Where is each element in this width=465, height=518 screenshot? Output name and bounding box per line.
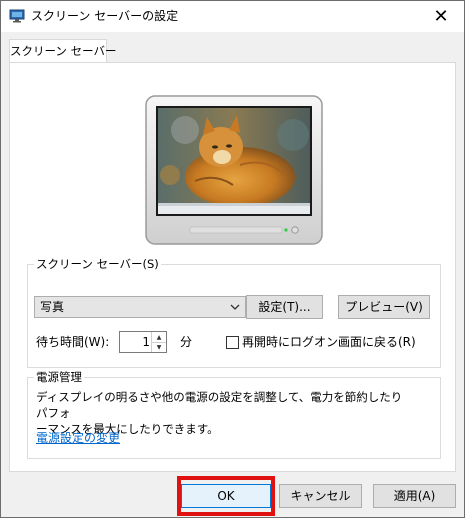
resume-logon-label[interactable]: 再開時にログオン画面に戻る(R) bbox=[242, 334, 416, 350]
screen-saver-group-label: スクリーン セーバー(S) bbox=[34, 257, 161, 271]
tab-panel-screen-saver: スクリーン セーバー(S) 写真 設定(T)... プレビュー(V) 待ち時間(… bbox=[9, 62, 456, 472]
display-settings-icon bbox=[9, 9, 25, 23]
close-icon: ✕ bbox=[433, 6, 449, 27]
wait-time-unit: 分 bbox=[180, 335, 193, 349]
window-title: スクリーン セーバーの設定 bbox=[31, 9, 179, 23]
title-bar: スクリーン セーバーの設定 ✕ bbox=[1, 1, 464, 32]
wait-time-spin-buttons: ▲ ▼ bbox=[151, 332, 166, 352]
change-power-settings-link[interactable]: 電源設定の変更 bbox=[36, 430, 120, 446]
screen-saver-selected: 写真 bbox=[40, 300, 65, 314]
chevron-down-icon bbox=[230, 304, 240, 310]
wait-time-label: 待ち時間(W): bbox=[36, 335, 110, 349]
screen-saver-settings-window: スクリーン セーバーの設定 ✕ スクリーン セーバー スクリーン セーバー(S)… bbox=[0, 0, 465, 518]
power-description-line-1: ディスプレイの明るさや他の電源の設定を調整して、電力を節約したりパフォ bbox=[36, 390, 403, 420]
cancel-button[interactable]: キャンセル bbox=[279, 484, 362, 508]
tab-screen-saver[interactable]: スクリーン セーバー bbox=[9, 39, 116, 63]
spin-down-icon[interactable]: ▼ bbox=[152, 342, 166, 352]
close-button[interactable]: ✕ bbox=[418, 1, 464, 32]
preview-button[interactable]: プレビュー(V) bbox=[338, 295, 430, 319]
screen-saver-preview bbox=[145, 95, 323, 245]
screen-saver-select[interactable]: 写真 bbox=[34, 296, 246, 318]
resume-logon-checkbox[interactable] bbox=[226, 336, 239, 349]
settings-button[interactable]: 設定(T)... bbox=[246, 295, 323, 319]
wait-time-stepper[interactable]: 1 ▲ ▼ bbox=[119, 331, 167, 353]
apply-button[interactable]: 適用(A) bbox=[373, 484, 456, 508]
power-management-group-label: 電源管理 bbox=[34, 370, 84, 384]
wait-time-value: 1 bbox=[142, 335, 150, 349]
ok-button[interactable]: OK bbox=[181, 484, 271, 508]
